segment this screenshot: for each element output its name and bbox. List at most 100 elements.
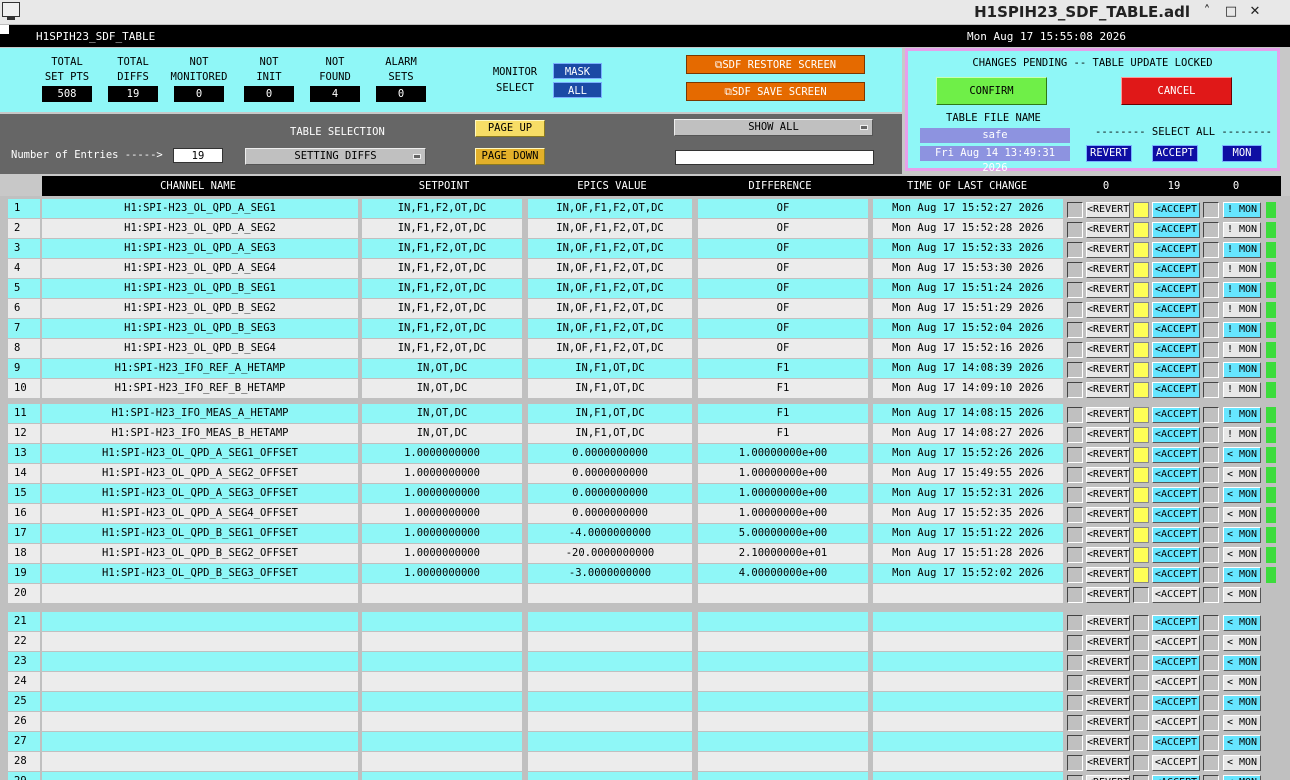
mon-button[interactable]: ! MON	[1223, 222, 1261, 238]
revert-button[interactable]: <REVERT	[1086, 775, 1130, 780]
revert-checkbox[interactable]	[1067, 302, 1083, 318]
revert-button[interactable]: <REVERT	[1086, 507, 1130, 523]
mon-checkbox[interactable]	[1203, 507, 1219, 523]
accept-button[interactable]: <ACCEPT	[1152, 467, 1200, 483]
mon-checkbox[interactable]	[1203, 527, 1219, 543]
mon-button[interactable]: ! MON	[1223, 407, 1261, 423]
select-all-mon-button[interactable]: MON	[1222, 145, 1262, 162]
accept-checkbox[interactable]	[1133, 567, 1149, 583]
mon-checkbox[interactable]	[1203, 302, 1219, 318]
mon-checkbox[interactable]	[1203, 282, 1219, 298]
accept-button[interactable]: <ACCEPT	[1152, 342, 1200, 358]
mon-button[interactable]: < MON	[1223, 695, 1261, 711]
revert-checkbox[interactable]	[1067, 507, 1083, 523]
revert-checkbox[interactable]	[1067, 342, 1083, 358]
mon-button[interactable]: ! MON	[1223, 362, 1261, 378]
accept-button[interactable]: <ACCEPT	[1152, 507, 1200, 523]
revert-button[interactable]: <REVERT	[1086, 755, 1130, 771]
revert-button[interactable]: <REVERT	[1086, 467, 1130, 483]
accept-checkbox[interactable]	[1133, 587, 1149, 603]
accept-checkbox[interactable]	[1133, 655, 1149, 671]
sdf-restore-button[interactable]: ⧉SDF RESTORE SCREEN	[686, 55, 865, 74]
revert-checkbox[interactable]	[1067, 427, 1083, 443]
accept-button[interactable]: <ACCEPT	[1152, 695, 1200, 711]
accept-checkbox[interactable]	[1133, 242, 1149, 258]
accept-checkbox[interactable]	[1133, 202, 1149, 218]
accept-button[interactable]: <ACCEPT	[1152, 675, 1200, 691]
accept-checkbox[interactable]	[1133, 407, 1149, 423]
revert-button[interactable]: <REVERT	[1086, 382, 1130, 398]
accept-button[interactable]: <ACCEPT	[1152, 322, 1200, 338]
mon-checkbox[interactable]	[1203, 362, 1219, 378]
accept-button[interactable]: <ACCEPT	[1152, 755, 1200, 771]
mon-checkbox[interactable]	[1203, 222, 1219, 238]
accept-checkbox[interactable]	[1133, 262, 1149, 278]
mon-checkbox[interactable]	[1203, 715, 1219, 731]
mon-checkbox[interactable]	[1203, 262, 1219, 278]
mon-button[interactable]: < MON	[1223, 775, 1261, 780]
accept-checkbox[interactable]	[1133, 527, 1149, 543]
revert-checkbox[interactable]	[1067, 675, 1083, 691]
select-all-accept-button[interactable]: ACCEPT	[1152, 145, 1198, 162]
revert-button[interactable]: <REVERT	[1086, 547, 1130, 563]
mon-button[interactable]: ! MON	[1223, 382, 1261, 398]
mon-button[interactable]: < MON	[1223, 635, 1261, 651]
mon-button[interactable]: ! MON	[1223, 322, 1261, 338]
table-selection-dropdown[interactable]: SETTING DIFFS	[245, 148, 426, 165]
accept-button[interactable]: <ACCEPT	[1152, 567, 1200, 583]
maximize-icon[interactable]: □	[1222, 3, 1240, 21]
mon-button[interactable]: < MON	[1223, 507, 1261, 523]
mon-button[interactable]: < MON	[1223, 755, 1261, 771]
revert-button[interactable]: <REVERT	[1086, 202, 1130, 218]
mon-checkbox[interactable]	[1203, 755, 1219, 771]
mon-checkbox[interactable]	[1203, 695, 1219, 711]
accept-checkbox[interactable]	[1133, 755, 1149, 771]
mon-checkbox[interactable]	[1203, 587, 1219, 603]
revert-button[interactable]: <REVERT	[1086, 427, 1130, 443]
mon-checkbox[interactable]	[1203, 635, 1219, 651]
accept-checkbox[interactable]	[1133, 675, 1149, 691]
revert-button[interactable]: <REVERT	[1086, 715, 1130, 731]
close-icon[interactable]: ✕	[1246, 3, 1264, 21]
accept-button[interactable]: <ACCEPT	[1152, 547, 1200, 563]
accept-button[interactable]: <ACCEPT	[1152, 447, 1200, 463]
accept-checkbox[interactable]	[1133, 487, 1149, 503]
accept-checkbox[interactable]	[1133, 322, 1149, 338]
revert-button[interactable]: <REVERT	[1086, 487, 1130, 503]
revert-button[interactable]: <REVERT	[1086, 615, 1130, 631]
revert-button[interactable]: <REVERT	[1086, 447, 1130, 463]
mon-checkbox[interactable]	[1203, 655, 1219, 671]
mon-checkbox[interactable]	[1203, 407, 1219, 423]
accept-button[interactable]: <ACCEPT	[1152, 262, 1200, 278]
accept-checkbox[interactable]	[1133, 507, 1149, 523]
mon-button[interactable]: ! MON	[1223, 242, 1261, 258]
revert-button[interactable]: <REVERT	[1086, 527, 1130, 543]
revert-checkbox[interactable]	[1067, 615, 1083, 631]
revert-button[interactable]: <REVERT	[1086, 695, 1130, 711]
mon-button[interactable]: ! MON	[1223, 302, 1261, 318]
mon-checkbox[interactable]	[1203, 447, 1219, 463]
mon-checkbox[interactable]	[1203, 567, 1219, 583]
accept-checkbox[interactable]	[1133, 222, 1149, 238]
revert-checkbox[interactable]	[1067, 655, 1083, 671]
revert-button[interactable]: <REVERT	[1086, 362, 1130, 378]
revert-checkbox[interactable]	[1067, 527, 1083, 543]
revert-checkbox[interactable]	[1067, 775, 1083, 780]
mon-button[interactable]: < MON	[1223, 547, 1261, 563]
revert-button[interactable]: <REVERT	[1086, 567, 1130, 583]
revert-button[interactable]: <REVERT	[1086, 342, 1130, 358]
revert-button[interactable]: <REVERT	[1086, 655, 1130, 671]
all-button[interactable]: ALL	[553, 82, 602, 98]
revert-button[interactable]: <REVERT	[1086, 587, 1130, 603]
accept-button[interactable]: <ACCEPT	[1152, 242, 1200, 258]
mon-button[interactable]: < MON	[1223, 655, 1261, 671]
mon-checkbox[interactable]	[1203, 487, 1219, 503]
mon-checkbox[interactable]	[1203, 675, 1219, 691]
revert-button[interactable]: <REVERT	[1086, 262, 1130, 278]
accept-checkbox[interactable]	[1133, 635, 1149, 651]
mon-button[interactable]: < MON	[1223, 615, 1261, 631]
revert-checkbox[interactable]	[1067, 715, 1083, 731]
mon-checkbox[interactable]	[1203, 322, 1219, 338]
mon-checkbox[interactable]	[1203, 202, 1219, 218]
mon-checkbox[interactable]	[1203, 242, 1219, 258]
